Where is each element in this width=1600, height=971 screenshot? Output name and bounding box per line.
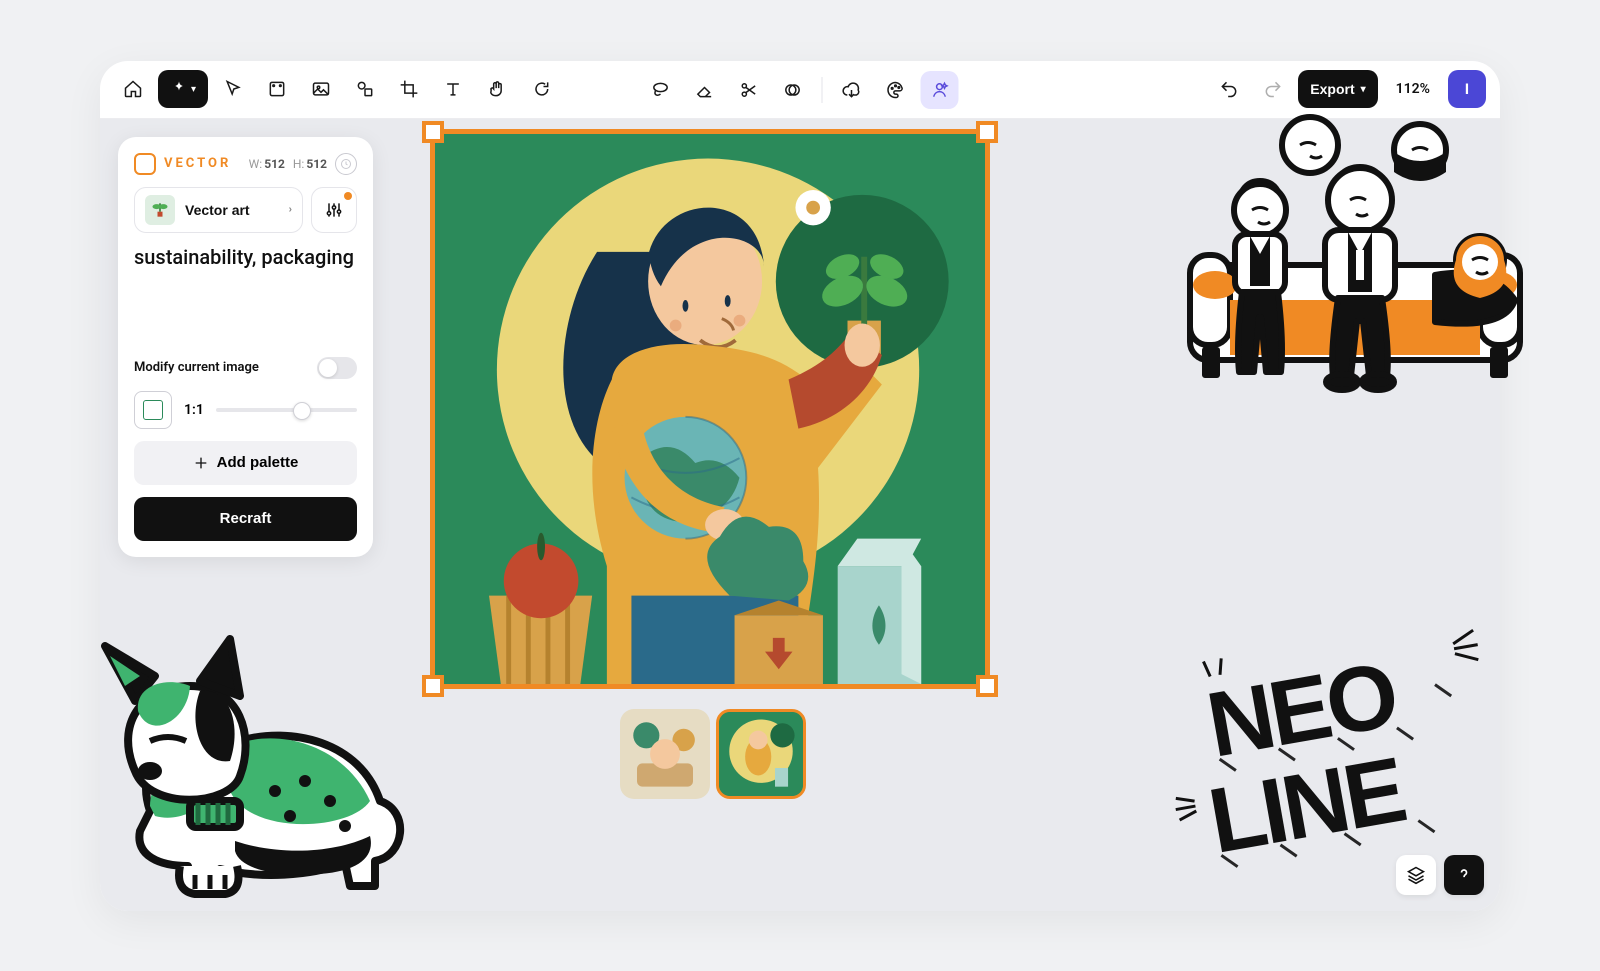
help-button[interactable] — [1444, 855, 1484, 895]
hand-icon — [487, 79, 507, 99]
selected-artboard[interactable] — [430, 129, 990, 689]
cursor-icon — [223, 79, 243, 99]
panel-brand: VECTOR — [134, 153, 231, 175]
width-value: 512 — [264, 157, 285, 171]
question-icon — [1454, 865, 1474, 885]
blend-tool-button[interactable] — [774, 71, 812, 109]
aspect-ratio-row: 1:1 — [134, 391, 357, 429]
add-palette-label: Add palette — [217, 454, 299, 471]
image-tool-button[interactable] — [302, 70, 340, 108]
panel-header: VECTOR W:512 H:512 — [134, 153, 357, 175]
variant-thumbnail-1[interactable] — [620, 709, 710, 799]
zoom-indicator[interactable]: 112% — [1384, 70, 1442, 108]
modify-image-toggle[interactable] — [317, 357, 357, 379]
magic-person-icon — [930, 80, 950, 100]
crop-tool-button[interactable] — [390, 70, 428, 108]
variant-thumbnail-2[interactable] — [716, 709, 806, 799]
modify-image-row: Modify current image — [134, 357, 357, 379]
image-icon — [311, 79, 331, 99]
palette-icon — [886, 80, 906, 100]
text-tool-button[interactable] — [434, 70, 472, 108]
toolbar-center-group — [642, 71, 959, 109]
generated-artwork — [435, 134, 985, 684]
home-button[interactable] — [114, 70, 152, 108]
plus-icon — [193, 455, 209, 471]
intersect-icon — [783, 80, 803, 100]
sustainability-illustration — [435, 134, 985, 684]
palette-tool-button[interactable] — [877, 71, 915, 109]
shapes-tool-button[interactable] — [346, 70, 384, 108]
layers-icon — [1406, 865, 1426, 885]
style-preset-label: Vector art — [185, 202, 250, 218]
cut-tool-button[interactable] — [730, 71, 768, 109]
home-icon — [123, 79, 143, 99]
speech-bubble-icon — [531, 79, 551, 99]
upload-tool-button[interactable] — [833, 71, 871, 109]
text-icon — [443, 79, 463, 99]
chevron-down-icon: ▾ — [191, 84, 196, 95]
vector-logo-icon — [134, 153, 156, 175]
cloud-upload-icon — [842, 80, 862, 100]
undo-button[interactable] — [1210, 70, 1248, 108]
redo-icon — [1263, 79, 1283, 99]
aspect-ratio-label: 1:1 — [184, 402, 204, 418]
layers-button[interactable] — [1396, 855, 1436, 895]
eraser-tool-button[interactable] — [686, 71, 724, 109]
generate-tool-button[interactable]: ▾ — [158, 70, 208, 108]
prompt-input[interactable] — [134, 245, 357, 345]
frame-icon — [267, 79, 287, 99]
undo-icon — [1219, 79, 1239, 99]
frame-tool-button[interactable] — [258, 70, 296, 108]
avatar-initial: I — [1465, 80, 1469, 98]
aspect-ratio-button[interactable] — [134, 391, 172, 429]
canvas-area[interactable]: VECTOR W:512 H:512 Vector art › — [100, 119, 1500, 911]
dimensions-readout: W:512 H:512 — [249, 153, 357, 175]
avatar[interactable]: I — [1448, 70, 1486, 108]
chevron-right-icon: › — [289, 204, 292, 215]
style-preset-selector[interactable]: Vector art › — [134, 187, 303, 233]
zoom-value: 112% — [1396, 81, 1430, 97]
export-label: Export — [1310, 81, 1354, 97]
app-window: ▾ — [100, 61, 1500, 911]
resize-handle-br[interactable] — [976, 675, 998, 697]
sparkle-icon — [170, 80, 188, 98]
crop-icon — [399, 79, 419, 99]
lasso-icon — [651, 80, 671, 100]
recraft-button[interactable]: Recraft — [134, 497, 357, 541]
variant-thumbnails — [620, 709, 806, 799]
eraser-icon — [695, 80, 715, 100]
export-button[interactable]: Export ▾ — [1298, 70, 1377, 108]
comment-tool-button[interactable] — [522, 70, 560, 108]
shapes-icon — [355, 79, 375, 99]
sliders-icon — [324, 200, 344, 220]
add-palette-button[interactable]: Add palette — [134, 441, 357, 485]
redo-button[interactable] — [1254, 70, 1292, 108]
canvas-corner-buttons — [1396, 855, 1484, 895]
properties-panel: VECTOR W:512 H:512 Vector art › — [118, 137, 373, 557]
resize-handle-tl[interactable] — [422, 121, 444, 143]
style-thumb-icon — [145, 195, 175, 225]
resize-handle-tr[interactable] — [976, 121, 998, 143]
hand-tool-button[interactable] — [478, 70, 516, 108]
modify-image-label: Modify current image — [134, 360, 259, 375]
aspect-ratio-icon — [143, 400, 163, 420]
scissors-icon — [739, 80, 759, 100]
height-value: 512 — [306, 157, 327, 171]
aspect-ratio-slider[interactable] — [216, 408, 357, 412]
lasso-tool-button[interactable] — [642, 71, 680, 109]
advanced-settings-button[interactable] — [311, 187, 357, 233]
history-icon[interactable] — [335, 153, 357, 175]
resize-handle-bl[interactable] — [422, 675, 444, 697]
panel-brand-label: VECTOR — [164, 156, 231, 171]
main-toolbar: ▾ — [100, 61, 1500, 119]
chevron-down-icon: ▾ — [1361, 84, 1366, 95]
cursor-tool-button[interactable] — [214, 70, 252, 108]
recraft-label: Recraft — [220, 510, 272, 527]
style-row: Vector art › — [134, 187, 357, 233]
ai-tool-button[interactable] — [921, 71, 959, 109]
toolbar-separator — [822, 77, 823, 103]
